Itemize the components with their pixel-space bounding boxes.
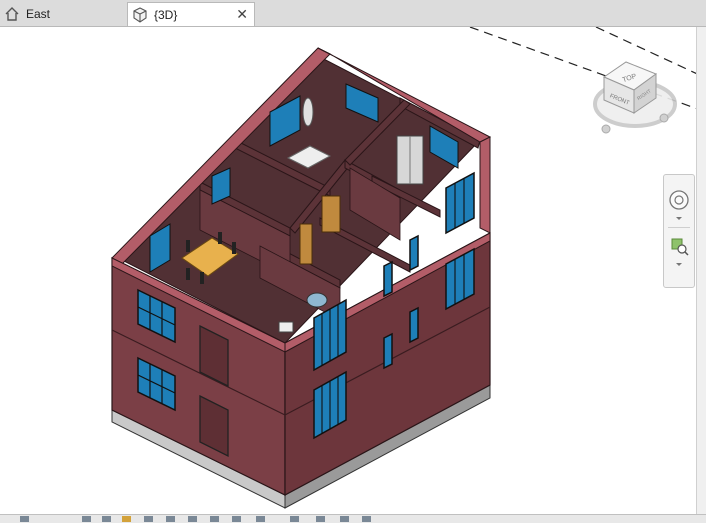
mirror: [302, 97, 314, 127]
view-tab-bar: East {3D} ✕: [0, 0, 706, 27]
interior-door: [299, 223, 313, 265]
reveal-hidden-icon[interactable]: [290, 516, 299, 522]
navigation-bar: [663, 174, 695, 288]
vertical-scrollbar[interactable]: [696, 27, 706, 514]
highlight-displacement-icon[interactable]: [340, 516, 349, 522]
analytical-model-icon[interactable]: [316, 516, 325, 522]
toilet: [278, 321, 294, 333]
render-icon[interactable]: [166, 516, 175, 522]
full-navigation-wheel-icon[interactable]: [668, 189, 690, 211]
navbar-divider: [668, 227, 690, 228]
close-tab-icon[interactable]: ✕: [236, 6, 248, 22]
temporary-hide-icon[interactable]: [256, 516, 265, 522]
sun-path-icon[interactable]: [122, 516, 131, 522]
chevron-down-icon[interactable]: [668, 215, 690, 223]
visual-style-icon[interactable]: [102, 516, 111, 522]
scale-icon[interactable]: [20, 516, 29, 522]
interior-door: [321, 195, 341, 233]
show-crop-icon[interactable]: [210, 516, 219, 522]
constraints-icon[interactable]: [362, 516, 371, 522]
tab-label: {3D}: [154, 7, 178, 22]
tab-label: East: [26, 7, 51, 21]
viewcube[interactable]: TOP FRONT RIGHT: [593, 61, 677, 134]
crop-icon[interactable]: [188, 516, 197, 522]
elevation-house-icon: [5, 7, 19, 21]
tab-east[interactable]: East: [0, 2, 125, 26]
3d-view-cube-icon: [133, 6, 147, 23]
tab-3d[interactable]: {3D} ✕: [127, 2, 255, 26]
building-3d-model[interactable]: TOP FRONT RIGHT: [0, 27, 706, 514]
zoom-region-icon[interactable]: [668, 235, 690, 257]
unlock-3d-icon[interactable]: [232, 516, 241, 522]
shadows-icon[interactable]: [144, 516, 153, 522]
3d-viewport[interactable]: TOP FRONT RIGHT: [0, 27, 706, 514]
washbasin: [306, 292, 328, 308]
chevron-down-icon[interactable]: [668, 261, 690, 269]
viewcube-compass-handle[interactable]: [659, 113, 669, 123]
detail-level-icon[interactable]: [82, 516, 91, 522]
viewcube-home-icon[interactable]: [601, 124, 611, 134]
